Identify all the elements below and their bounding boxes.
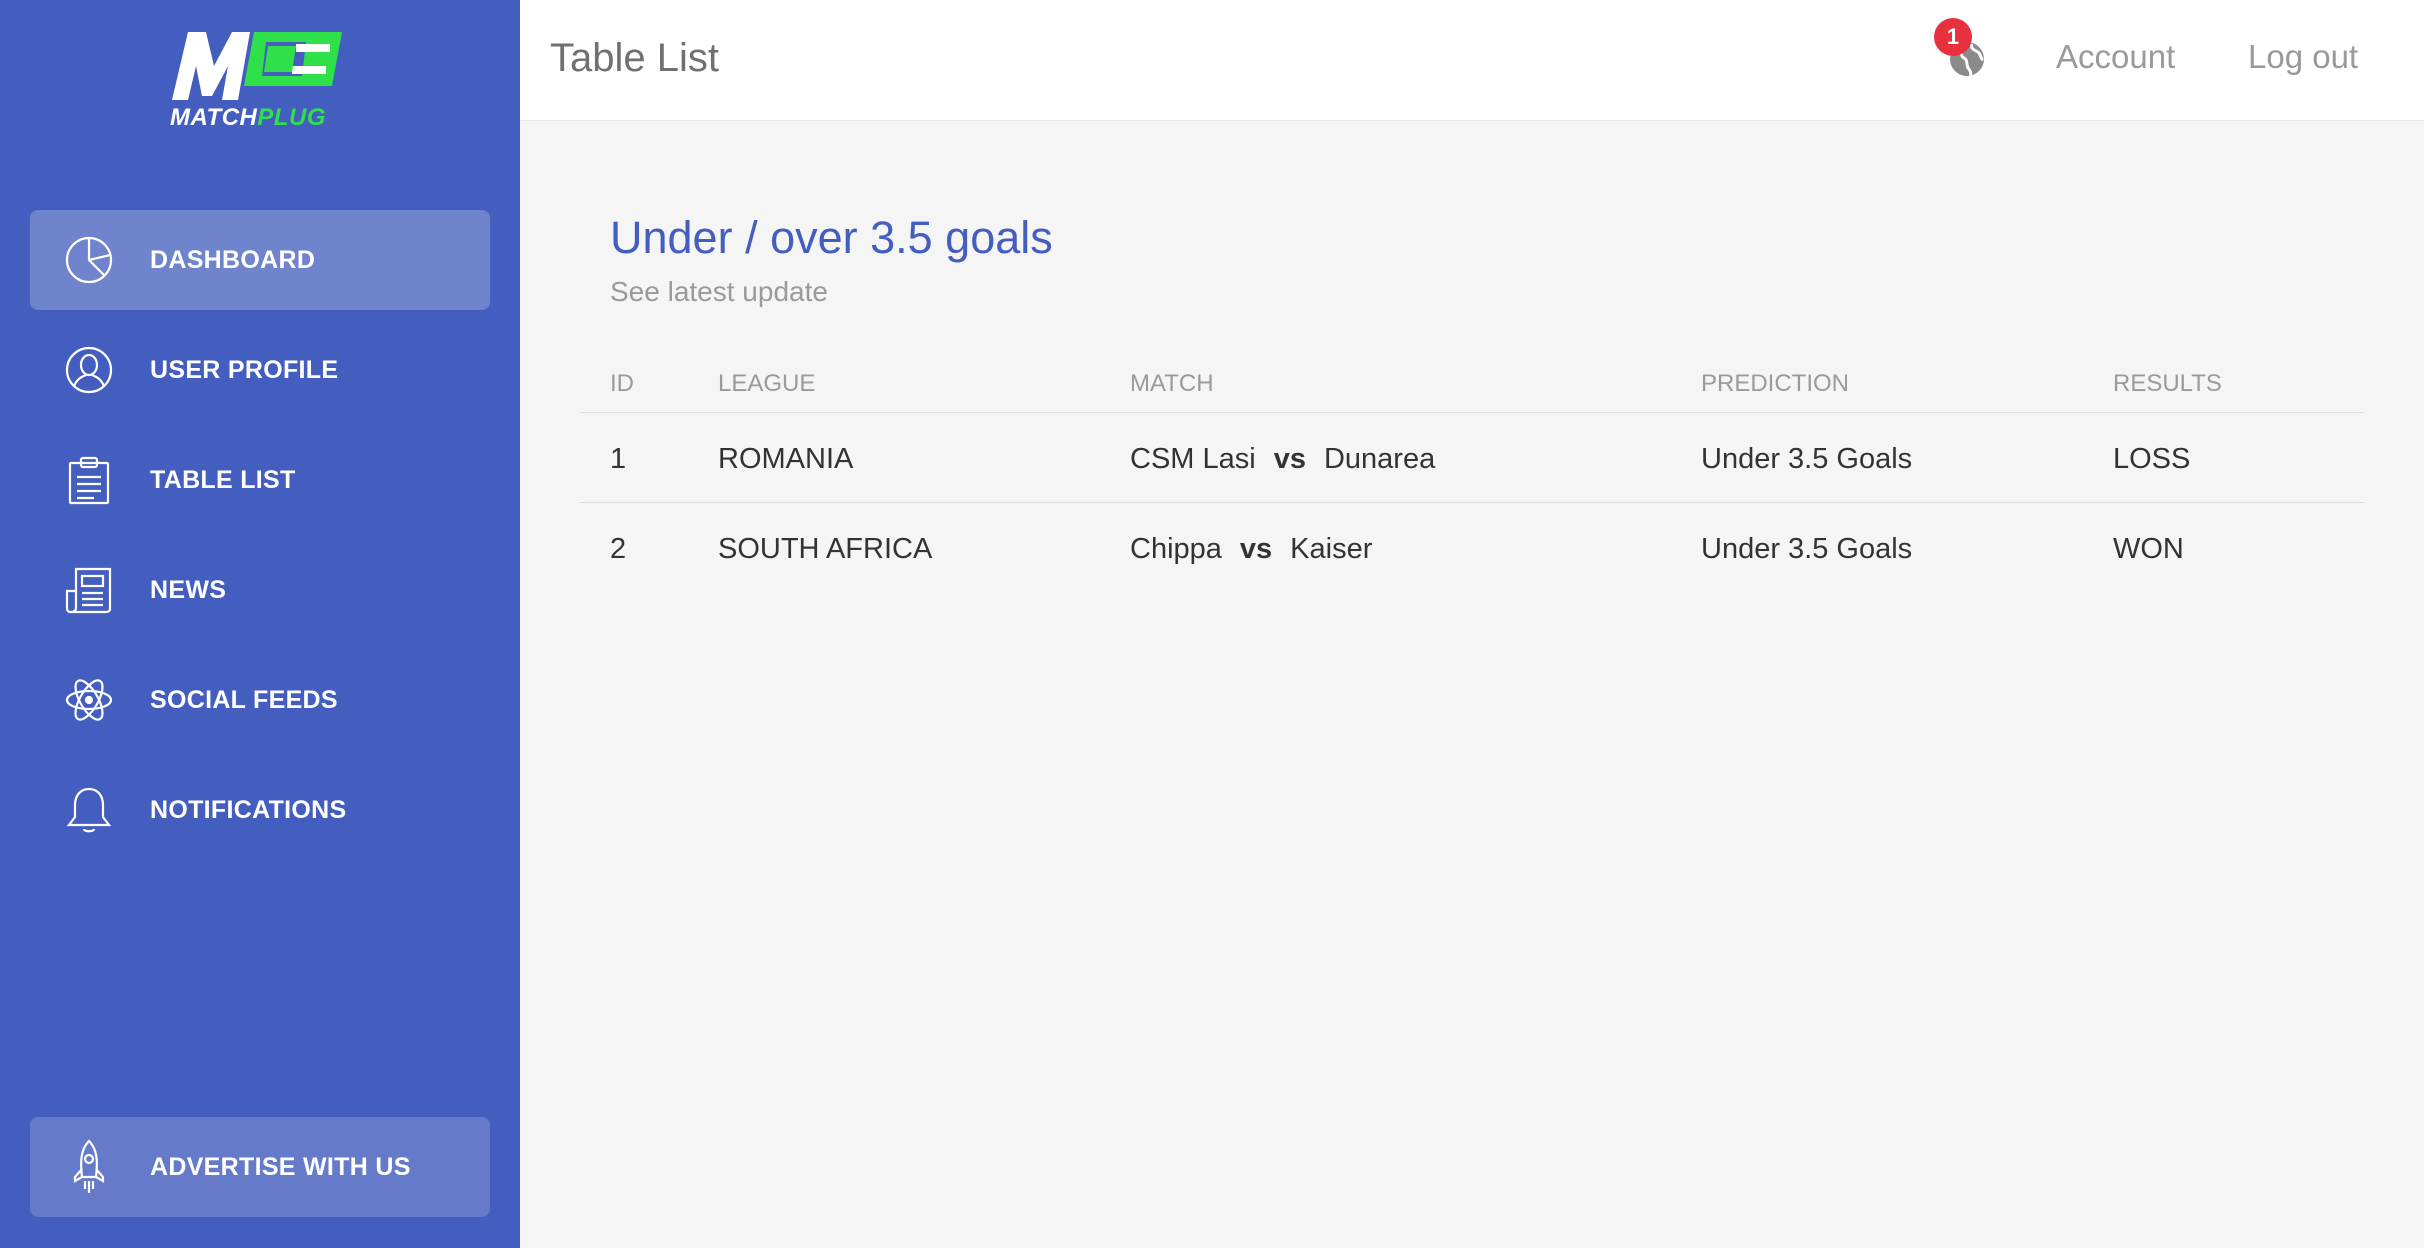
cell-id: 2 [610, 533, 627, 565]
sidebar-item-label: SOCIAL FEEDS [150, 685, 338, 714]
matchplug-logo[interactable]: MATCHPLUG [166, 26, 356, 136]
cell-result: WON [2113, 533, 2184, 565]
vs-label: vs [1239, 533, 1273, 565]
advertise-button[interactable]: ADVERTISE WITH US [30, 1117, 490, 1217]
sidebar-item-label: USER PROFILE [150, 355, 339, 384]
logo-text-match: MATCH [170, 104, 258, 131]
clipboard-icon [64, 455, 114, 505]
sidebar: MATCHPLUG DASHBOARD USER PROFILE TABLE L… [0, 0, 520, 1248]
predictions-table: ID LEAGUE MATCH PREDICTION RESULTS 1 ROM… [580, 360, 2364, 592]
account-link[interactable]: Account [2056, 38, 2175, 76]
away-team: Dunarea [1323, 443, 1436, 475]
card-subtitle: See latest update [610, 276, 828, 307]
cell-league: SOUTH AFRICA [718, 533, 933, 565]
cell-result: LOSS [2113, 443, 2191, 475]
cell-prediction: Under 3.5 Goals [1701, 533, 1913, 565]
notification-badge[interactable]: 1 [1934, 18, 1972, 56]
sidebar-nav: DASHBOARD USER PROFILE TABLE LIST NEWS S… [30, 210, 490, 870]
logo-mark-icon [172, 32, 342, 100]
column-header-id[interactable]: ID [610, 370, 634, 398]
top-header: Table List 1 Account Log out [520, 0, 2424, 121]
advertise-label: ADVERTISE WITH US [150, 1152, 411, 1181]
cell-match: CSM Lasi vs Dunarea [1130, 443, 1435, 476]
home-team: Chippa [1130, 533, 1222, 565]
sidebar-item-label: NEWS [150, 575, 227, 604]
sidebar-item-label: TABLE LIST [150, 465, 296, 494]
logout-link[interactable]: Log out [2248, 38, 2358, 76]
logo-text-plug: PLUG [257, 104, 327, 131]
atom-icon [64, 675, 114, 725]
column-header-league[interactable]: LEAGUE [718, 370, 815, 398]
card-title: Under / over 3.5 goals [610, 212, 1053, 263]
sidebar-item-label: NOTIFICATIONS [150, 795, 347, 824]
sidebar-item-user-profile[interactable]: USER PROFILE [30, 320, 490, 420]
column-header-prediction[interactable]: PREDICTION [1701, 370, 1849, 398]
sidebar-item-table-list[interactable]: TABLE LIST [30, 430, 490, 530]
table-header: ID LEAGUE MATCH PREDICTION RESULTS [580, 360, 2364, 413]
rocket-icon [64, 1139, 114, 1193]
sidebar-item-social-feeds[interactable]: SOCIAL FEEDS [30, 650, 490, 750]
sidebar-item-dashboard[interactable]: DASHBOARD [30, 210, 490, 310]
cell-match: Chippa vs Kaiser [1130, 533, 1372, 566]
home-team: CSM Lasi [1130, 443, 1256, 475]
cell-prediction: Under 3.5 Goals [1701, 443, 1913, 475]
column-header-results[interactable]: RESULTS [2113, 370, 2222, 398]
table-row[interactable]: 1 ROMANIA CSM Lasi vs Dunarea Under 3.5 Go… [580, 413, 2364, 503]
column-header-match[interactable]: MATCH [1130, 370, 1214, 398]
bell-icon [64, 785, 114, 835]
sidebar-item-label: DASHBOARD [150, 245, 316, 274]
page-title: Table List [550, 36, 719, 80]
table-row[interactable]: 2 SOUTH AFRICA Chippa vs Kaiser Under 3.5 … [580, 503, 2364, 592]
logo-text: MATCHPLUG [170, 104, 326, 132]
newspaper-icon [64, 565, 114, 615]
away-team: Kaiser [1290, 533, 1373, 565]
cell-league: ROMANIA [718, 443, 854, 475]
sidebar-item-news[interactable]: NEWS [30, 540, 490, 640]
sidebar-item-notifications[interactable]: NOTIFICATIONS [30, 760, 490, 860]
vs-label: vs [1273, 443, 1306, 475]
cell-id: 1 [610, 443, 627, 475]
user-icon [64, 345, 114, 395]
pie-chart-icon [64, 235, 114, 285]
